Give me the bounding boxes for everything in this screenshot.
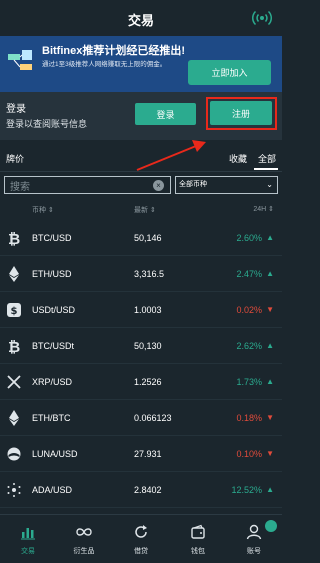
bitcoin-icon: ₿: [8, 338, 20, 354]
trend-down-icon: ▼: [266, 413, 274, 422]
login-panel-title: 登录: [6, 104, 26, 115]
clear-search-icon[interactable]: ×: [153, 180, 164, 191]
referral-network-icon: [8, 50, 32, 70]
latest-price: 1.0003: [134, 305, 162, 315]
price-tab-bar: 牌价 收藏 全部: [0, 140, 282, 172]
chart-bars-icon: [21, 528, 35, 540]
nav-item-lending[interactable]: 借贷: [113, 515, 169, 563]
nav-item-derivatives[interactable]: 衍生品: [56, 515, 112, 563]
latest-price: 50,146: [134, 233, 162, 243]
page-title: 交易: [127, 13, 154, 28]
nav-label: 交易: [21, 548, 35, 555]
trend-down-icon: ▼: [266, 449, 274, 458]
market-row[interactable]: ₿ BTC/USDt 50,130 2.62% ▲: [0, 328, 282, 364]
user-icon: [246, 524, 262, 540]
nav-item-trading[interactable]: 交易: [0, 515, 56, 563]
sort-by-24h-change[interactable]: 24H ⇕: [253, 205, 274, 213]
nav-item-wallet[interactable]: 钱包: [170, 515, 226, 563]
ethereum-icon: [9, 410, 19, 426]
svg-text:₿: ₿: [8, 338, 20, 354]
change-24h: 2.62%: [236, 341, 262, 351]
sort-by-latest[interactable]: 最新 ⇕: [134, 205, 156, 215]
nav-label: 钱包: [191, 548, 205, 555]
svg-text:$: $: [11, 306, 18, 317]
bitcoin-icon: ₿: [8, 230, 20, 246]
pair-name: BTC/USDt: [32, 341, 75, 351]
login-button[interactable]: 登录: [135, 103, 196, 125]
usdt-icon: $: [7, 303, 21, 317]
latest-price: 3,316.5: [134, 269, 165, 279]
nav-label: 账号: [247, 548, 261, 555]
trend-up-icon: ▲: [266, 377, 274, 386]
svg-text:₿: ₿: [8, 230, 20, 246]
change-24h: 0.18%: [236, 413, 262, 423]
latest-price: 1.2526: [134, 377, 162, 387]
pair-name: BTC/USD: [32, 233, 72, 243]
ethereum-icon: [9, 266, 19, 282]
search-input[interactable]: [5, 179, 170, 196]
trend-up-icon: ▲: [266, 269, 274, 278]
signal-broadcast-icon[interactable]: [250, 6, 274, 30]
notification-dot: [265, 520, 277, 532]
change-24h: 2.60%: [236, 233, 262, 243]
currency-filter-select[interactable]: 全部币种 ⌄: [175, 176, 278, 194]
banner-subtitle: 通过1至3级推荐人网络赚取无上限的佣金。: [42, 61, 167, 68]
market-column-headers: 币种 ⇕ 最新 ⇕ 24H ⇕: [0, 203, 282, 217]
pair-name: LUNA/USD: [32, 449, 78, 459]
trend-up-icon: ▲: [266, 485, 274, 494]
active-tab-underline: [254, 168, 278, 170]
trend-up-icon: ▲: [266, 341, 274, 350]
pair-name: USDt/USD: [32, 305, 76, 315]
market-row[interactable]: $ USDt/USD 1.0003 0.02% ▼: [0, 292, 282, 328]
wallet-icon: [191, 524, 205, 539]
market-row[interactable]: LUNA/USD 27.931 0.10% ▼: [0, 436, 282, 472]
change-24h: 12.52%: [231, 485, 262, 495]
latest-price: 0.066123: [134, 413, 172, 423]
app-header: 交易: [0, 0, 282, 36]
latest-price: 27.931: [134, 449, 162, 459]
nav-label: 衍生品: [73, 548, 95, 555]
market-row[interactable]: ETH/BTC 0.066123 0.18% ▼: [0, 400, 282, 436]
currency-filter-value: 全部币种: [179, 181, 207, 188]
join-now-button[interactable]: 立即加入: [188, 60, 271, 85]
search-box[interactable]: ×: [4, 176, 171, 196]
refresh-icon: [135, 525, 147, 538]
latest-price: 2.8402: [134, 485, 162, 495]
change-24h: 0.02%: [236, 305, 262, 315]
pair-name: ETH/USD: [32, 269, 72, 279]
change-24h: 1.73%: [236, 377, 262, 387]
tab-favorites[interactable]: 收藏: [229, 152, 247, 165]
nav-label: 借贷: [134, 548, 148, 555]
infinity-icon: [76, 528, 92, 536]
trend-up-icon: ▲: [266, 233, 274, 242]
login-panel-subtitle: 登录以查阅账号信息: [6, 119, 88, 129]
latest-price: 50,130: [134, 341, 162, 351]
change-24h: 0.10%: [236, 449, 262, 459]
trend-down-icon: ▼: [266, 305, 274, 314]
market-list: ₿ BTC/USD 50,146 2.60% ▲ ETH/USD 3,316.5…: [0, 220, 282, 508]
banner-title: Bitfinex推荐计划经已经推出!: [42, 45, 185, 57]
luna-icon: [7, 447, 21, 461]
bottom-nav: 交易 衍生品 借贷 钱包 账号: [0, 514, 282, 563]
market-row[interactable]: ETH/USD 3,316.5 2.47% ▲: [0, 256, 282, 292]
market-row[interactable]: ₿ BTC/USD 50,146 2.60% ▲: [0, 220, 282, 256]
change-24h: 2.47%: [236, 269, 262, 279]
market-row[interactable]: ADA/USD 2.8402 12.52% ▲: [0, 472, 282, 508]
register-highlight-box: [206, 97, 277, 130]
xrp-icon: [7, 375, 21, 389]
tab-all[interactable]: 全部: [258, 152, 276, 165]
referral-banner[interactable]: Bitfinex推荐计划经已经推出! 通过1至3级推荐人网络赚取无上限的佣金。 …: [0, 36, 282, 92]
market-row[interactable]: XRP/USD 1.2526 1.73% ▲: [0, 364, 282, 400]
pair-name: XRP/USD: [32, 377, 73, 387]
pair-name: ADA/USD: [32, 485, 73, 495]
chevron-down-icon: ⌄: [266, 180, 273, 189]
pair-name: ETH/BTC: [32, 413, 71, 423]
cardano-icon: [7, 483, 21, 497]
price-section-title: 牌价: [6, 154, 25, 164]
sort-by-coin[interactable]: 币种 ⇕: [32, 205, 54, 215]
